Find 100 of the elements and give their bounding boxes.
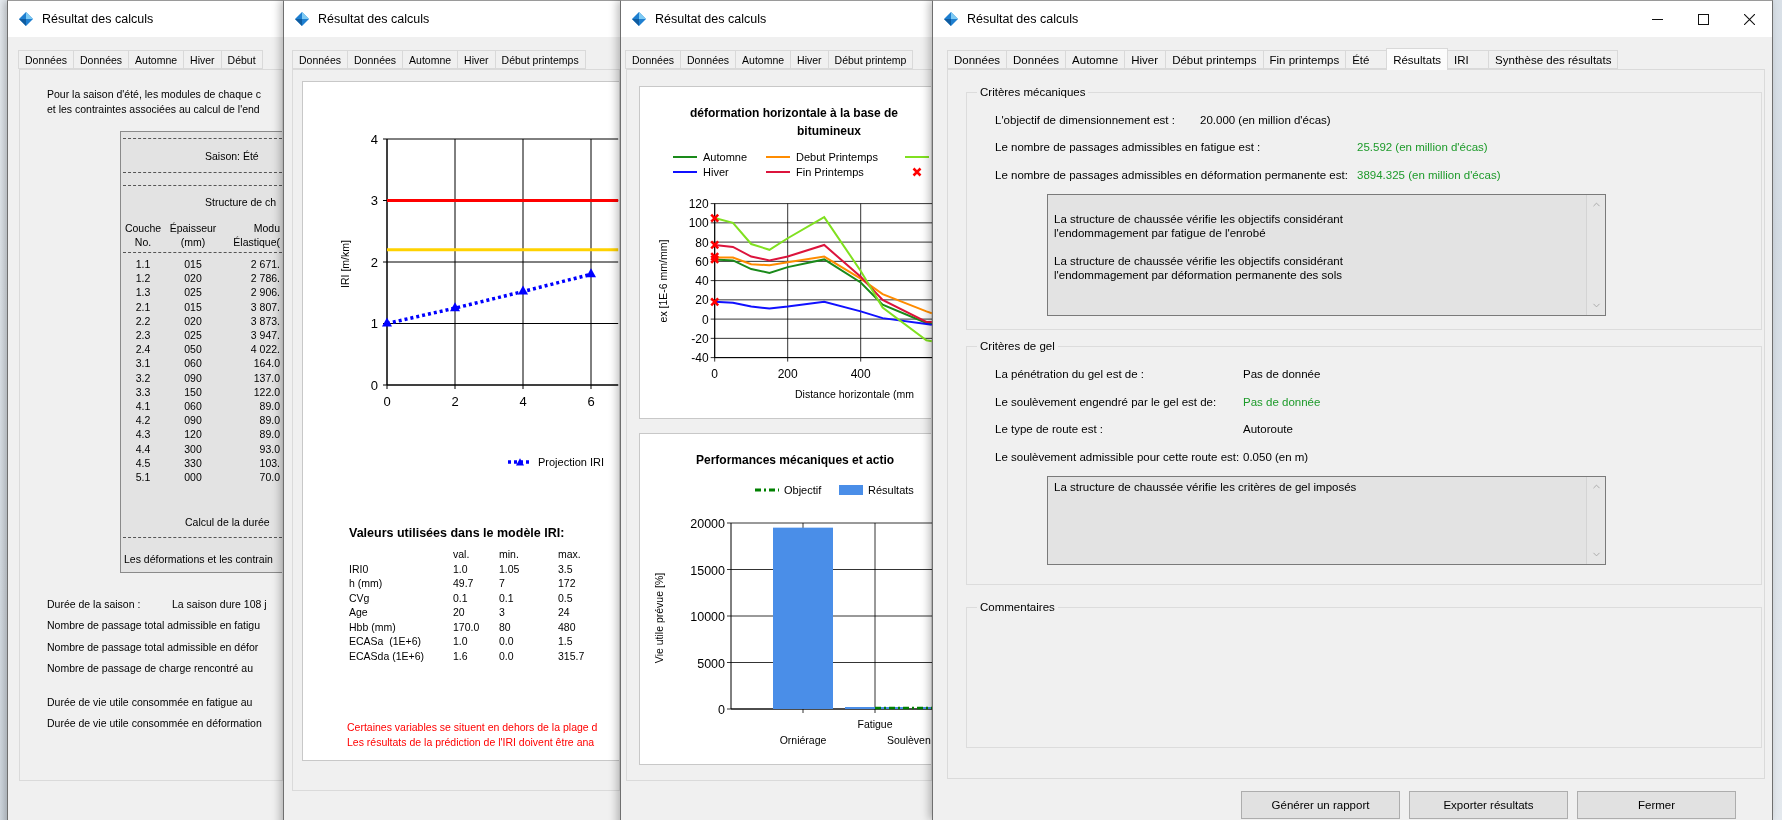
table-cell-text: h (mm) — [349, 576, 384, 591]
structure-title: Structure de ch — [204, 195, 278, 209]
table-cell-text: 122.0 — [252, 384, 281, 400]
tab[interactable]: Début printemps — [1165, 50, 1264, 69]
field-label: Le nombre de passages admissibles en fatigue est : — [995, 141, 1262, 154]
message-text: La structure de chaussée vérifie les objectifs considérant l'endommagement par déformation permanente des sols — [1054, 253, 1344, 282]
table-cell-text: 090 — [183, 413, 203, 428]
tick-label: 0 — [370, 377, 378, 393]
tab[interactable]: Données — [947, 50, 1008, 69]
table-cell-text: 2.2 — [134, 313, 152, 328]
table-cell-text: ECASda (1E+6) — [349, 648, 425, 663]
tab[interactable]: Données — [292, 50, 349, 69]
intro-text: Pour la saison d'été, les modules de chaque c — [47, 87, 262, 102]
tab[interactable]: Été — [1345, 50, 1388, 69]
table-cell-text: 2 786. — [249, 271, 281, 286]
tick-label: 4 — [370, 131, 378, 147]
table-cell-text: 24 — [558, 605, 571, 620]
tab[interactable]: Hiver — [183, 50, 222, 69]
tab[interactable]: Début printemp — [827, 50, 914, 69]
legend-label: Automne — [703, 151, 748, 163]
table-cell-text: 0.1 — [453, 590, 469, 605]
table-cell-text: 300 — [183, 441, 203, 456]
table-cell-text: 5.1 — [134, 470, 152, 485]
data-point — [450, 302, 460, 312]
table-cell-text: 137.0 — [252, 370, 281, 385]
table-cell-text: 20 — [453, 605, 466, 620]
table-cell-text: ECASa (1E+6) — [349, 634, 423, 649]
table-cell-text: 7 — [499, 576, 506, 591]
tick-label: 20000 — [690, 517, 725, 531]
table-cell-text: 150 — [183, 384, 203, 400]
tick-label: 1 — [370, 316, 378, 331]
tab[interactable]: Résultats — [1386, 48, 1449, 70]
legend-swatch — [839, 485, 863, 495]
tab[interactable]: Automne — [735, 50, 792, 69]
tab[interactable]: Hiver — [457, 50, 496, 69]
tab[interactable]: Automne — [1065, 50, 1126, 69]
table-cell-text: 3.2 — [134, 370, 152, 385]
tick-label: 2 — [451, 394, 459, 409]
tab[interactable]: Données — [680, 50, 737, 69]
tick-label: 60 — [695, 254, 709, 269]
table-cell-text: IRI0 — [349, 561, 370, 576]
field-value: Autoroute — [1243, 423, 1293, 436]
tick-label: 4 — [519, 394, 527, 409]
table-cell-text: 480 — [558, 619, 577, 634]
tab[interactable]: Données — [18, 50, 75, 69]
tab[interactable]: Début printemps — [494, 50, 586, 69]
table-cell-text: CVg — [349, 590, 371, 605]
field-label: Le soulèvement engendré par le gel est de: — [995, 395, 1218, 408]
tab[interactable]: Début — [220, 50, 263, 69]
chart-title: Performances mécaniques et actio — [696, 453, 895, 467]
tab[interactable]: Données — [1006, 50, 1067, 69]
tab[interactable]: Données — [73, 50, 130, 69]
field-label: Durée de la saison : — [47, 597, 142, 610]
tab[interactable]: Automne — [402, 50, 459, 69]
tick-label: -20 — [691, 331, 709, 346]
field-label: Le type de route est : — [995, 423, 1105, 436]
chart-title: déformation horizontale à la base de — [690, 106, 899, 120]
data-point — [382, 317, 392, 327]
field-label: Nombre de passage total admissible en fatigu — [47, 619, 261, 632]
table-cell-text: 0.0 — [499, 648, 515, 663]
window-title: Résultat des calculs — [318, 12, 430, 26]
legend-label: Projection IRI — [538, 456, 605, 468]
window-title: Résultat des calculs — [967, 12, 1079, 26]
table-cell-text: 1.05 — [499, 561, 521, 576]
dialog-button[interactable]: Fermer — [1577, 791, 1736, 819]
group-title: Critères mécaniques — [977, 85, 1089, 100]
table-cell-text: 120 — [183, 427, 203, 442]
data-point — [709, 297, 720, 307]
tab[interactable]: Hiver — [1124, 50, 1167, 69]
field-label: Le soulèvement admissible pour cette route est: — [995, 450, 1241, 463]
tab[interactable]: Fin printemps — [1262, 50, 1347, 69]
column-header: min. — [499, 547, 520, 562]
table-cell-text: 3 807. — [249, 299, 281, 314]
table-cell-text: 025 — [183, 285, 203, 300]
tick-label: 0 — [711, 366, 719, 381]
tab[interactable]: Automne — [128, 50, 185, 69]
legend-swatch — [912, 167, 922, 177]
table-cell-text: 050 — [183, 342, 203, 357]
season-title: Saison: Été — [204, 149, 260, 163]
dialog-button[interactable]: Exporter résultats — [1409, 791, 1568, 819]
tab[interactable]: Hiver — [790, 50, 829, 69]
tab[interactable]: Données — [347, 50, 404, 69]
field-label: Nombre de passage total admissible en défor — [47, 640, 259, 653]
table-cell-text: 1.1 — [134, 257, 152, 272]
tab[interactable]: Synthèse des résultats — [1488, 50, 1619, 69]
category-label: Fatigue — [857, 718, 893, 730]
data-point — [518, 285, 528, 295]
legend-label: Objectif — [784, 484, 822, 496]
legend-swatch — [755, 488, 779, 492]
tab[interactable]: IRI — [1447, 50, 1490, 69]
section-title: Calcul de la durée — [184, 515, 271, 530]
dialog-button[interactable]: Générer un rapport — [1241, 791, 1400, 819]
tab[interactable]: Données — [625, 50, 682, 69]
table-cell-text: 89.0 — [258, 399, 281, 414]
tick-label: 0 — [383, 394, 391, 409]
table-cell-text: 1.5 — [558, 634, 574, 649]
tick-label: 200 — [777, 366, 798, 381]
tick-label: 400 — [850, 366, 871, 381]
tick-label: -40 — [691, 351, 709, 366]
table-cell-text: 3.3 — [134, 384, 152, 400]
